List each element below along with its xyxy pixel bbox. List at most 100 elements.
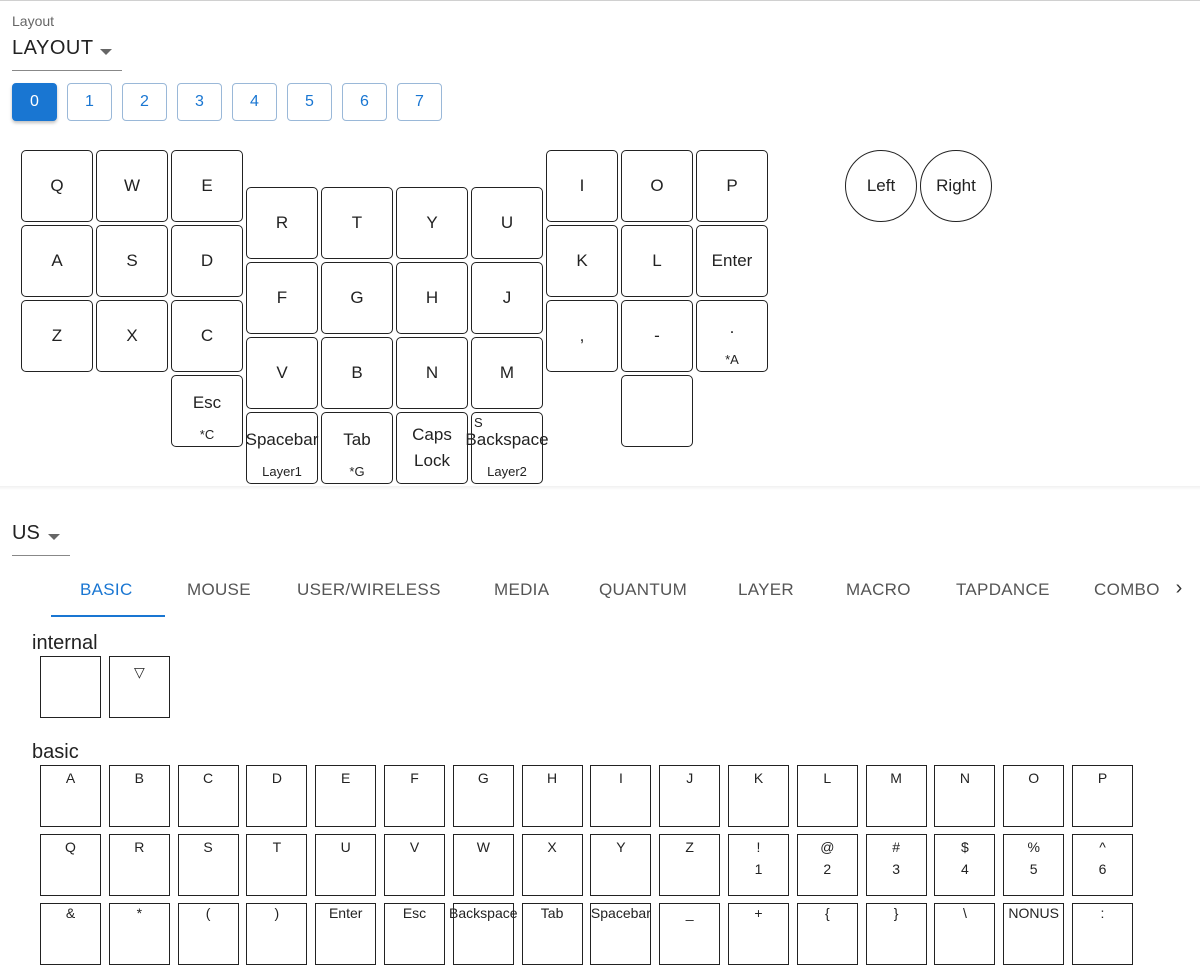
palette-key[interactable]: ! 1 (728, 834, 789, 896)
key-p[interactable]: P (696, 150, 768, 222)
key-l[interactable]: L (621, 225, 693, 297)
palette-key[interactable]: A (40, 765, 101, 827)
palette-key[interactable]: J (659, 765, 721, 827)
tab-layer[interactable]: LAYER (738, 565, 794, 615)
key-w[interactable]: W (96, 150, 168, 222)
palette-key[interactable]: \ (934, 903, 996, 965)
key-z[interactable]: Z (21, 300, 93, 372)
key-c[interactable]: C (171, 300, 243, 372)
palette-key[interactable]: W (452, 834, 514, 896)
layer-button-0[interactable]: 0 (12, 83, 57, 121)
palette-key[interactable]: Enter (315, 903, 377, 965)
key-a[interactable]: A (21, 225, 93, 297)
key-f[interactable]: F (246, 262, 318, 334)
key-h[interactable]: H (396, 262, 468, 334)
palette-key[interactable]: @2 (796, 834, 858, 896)
palette-key[interactable]: } (865, 903, 927, 965)
palette-key[interactable]: C (177, 765, 239, 827)
key-y[interactable]: Y (396, 187, 468, 259)
palette-key[interactable]: : (1072, 903, 1133, 965)
palette-key[interactable]: I (590, 765, 652, 827)
palette-key-internal-transparent[interactable]: ▽ (109, 656, 170, 718)
palette-key[interactable]: NONUS (1003, 903, 1065, 965)
layer-button-2[interactable]: 2 (122, 83, 167, 121)
key-spacebar[interactable]: Spacebar Layer1 (246, 412, 318, 484)
tab-media[interactable]: MEDIA (494, 565, 549, 615)
palette-key[interactable]: $4 (934, 834, 996, 896)
palette-key[interactable]: R (108, 834, 170, 896)
key-g[interactable]: G (321, 262, 393, 334)
layer-button-5[interactable]: 5 (287, 83, 332, 121)
key-enter[interactable]: Enter (696, 225, 768, 297)
key-i[interactable]: I (546, 150, 618, 222)
palette-key[interactable]: F (384, 765, 445, 827)
key-n[interactable]: N (396, 337, 468, 409)
key-blank[interactable] (621, 375, 693, 447)
palette-key[interactable]: M (865, 765, 927, 827)
palette-key[interactable]: * (108, 903, 170, 965)
tab-tapdance[interactable]: TAPDANCE (956, 565, 1050, 615)
palette-key[interactable]: B (108, 765, 170, 827)
tab-combo[interactable]: COMBO (1094, 565, 1160, 615)
key-u[interactable]: U (471, 187, 543, 259)
layer-button-7[interactable]: 7 (397, 83, 442, 121)
key-k[interactable]: K (546, 225, 618, 297)
encoder-left[interactable]: Left (845, 150, 917, 222)
palette-key[interactable]: Z (659, 834, 721, 896)
palette-key[interactable]: & (40, 903, 101, 965)
key-q[interactable]: Q (21, 150, 93, 222)
key-backspace[interactable]: S Backspace Layer2 (465, 412, 549, 484)
key-caps-lock[interactable]: Caps Lock (396, 412, 468, 484)
keyboard-language-select[interactable]: US (12, 522, 70, 556)
key-esc[interactable]: Esc *C (171, 375, 243, 447)
palette-key[interactable]: Q (40, 834, 101, 896)
layout-select[interactable]: LAYOUT (12, 37, 122, 71)
palette-key[interactable]: H (521, 765, 583, 827)
key-d[interactable]: D (171, 225, 243, 297)
palette-key[interactable]: Y (590, 834, 652, 896)
key-x[interactable]: X (96, 300, 168, 372)
palette-key[interactable]: Backspace (449, 903, 518, 965)
layer-button-3[interactable]: 3 (177, 83, 222, 121)
layer-button-1[interactable]: 1 (67, 83, 112, 121)
key-e[interactable]: E (171, 150, 243, 222)
palette-key[interactable]: #3 (865, 834, 927, 896)
key-tab[interactable]: Tab *G (321, 412, 393, 484)
palette-key[interactable]: S (177, 834, 239, 896)
palette-key[interactable]: ) (246, 903, 308, 965)
palette-key[interactable]: P (1072, 765, 1133, 827)
key-s[interactable]: S (96, 225, 168, 297)
palette-key-internal-blank[interactable] (40, 656, 101, 718)
key-m[interactable]: M (471, 337, 543, 409)
palette-key[interactable]: N (934, 765, 996, 827)
chevron-right-icon[interactable]: › (1166, 575, 1192, 601)
palette-key[interactable]: D (246, 765, 308, 827)
key-comma[interactable]: , (546, 300, 618, 372)
palette-key[interactable]: E (315, 765, 377, 827)
palette-key[interactable]: V (384, 834, 445, 896)
encoder-right[interactable]: Right (920, 150, 992, 222)
key-j[interactable]: J (471, 262, 543, 334)
palette-key[interactable]: O (1003, 765, 1065, 827)
palette-key[interactable]: Tab (521, 903, 583, 965)
layer-button-4[interactable]: 4 (232, 83, 277, 121)
palette-key[interactable]: L (796, 765, 858, 827)
key-period[interactable]: . *A (696, 300, 768, 372)
tab-macro[interactable]: MACRO (846, 565, 911, 615)
palette-key[interactable]: T (246, 834, 308, 896)
tab-mouse[interactable]: MOUSE (187, 565, 251, 615)
palette-key[interactable]: Spacebar (590, 903, 652, 965)
palette-key[interactable]: ( (177, 903, 239, 965)
key-v[interactable]: V (246, 337, 318, 409)
palette-key[interactable]: { (796, 903, 858, 965)
palette-key[interactable]: U (315, 834, 377, 896)
palette-key[interactable]: % 5 (1003, 834, 1065, 896)
key-minus[interactable]: - (621, 300, 693, 372)
key-o[interactable]: O (621, 150, 693, 222)
key-r[interactable]: R (246, 187, 318, 259)
palette-key[interactable]: G (452, 765, 514, 827)
palette-key[interactable]: K (728, 765, 789, 827)
key-t[interactable]: T (321, 187, 393, 259)
layer-button-6[interactable]: 6 (342, 83, 387, 121)
palette-key[interactable]: X (521, 834, 583, 896)
